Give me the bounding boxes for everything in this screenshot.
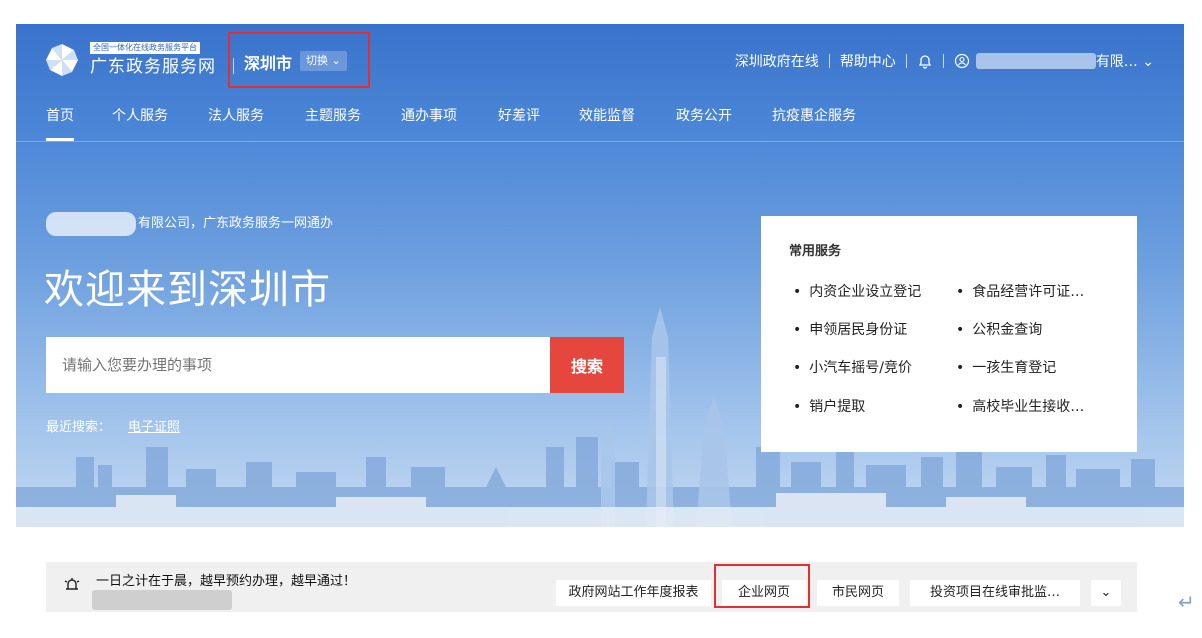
- search-input[interactable]: [46, 337, 550, 393]
- recent-search-label: 最近搜索：: [46, 420, 112, 435]
- annual-report-button[interactable]: 政府网站工作年度报表: [556, 580, 711, 606]
- notice-bar: 一日之计在于晨，越早预约办理，越早通过！ 政府网站工作年度报表 企业网页 市民网…: [46, 562, 1137, 612]
- common-services-panel: 常用服务 内资企业设立登记 食品经营许可证… 申领居民身份证 公积金查询 小汽车…: [761, 216, 1137, 452]
- service-item[interactable]: 公积金查询: [956, 320, 1042, 340]
- welcome-heading: 欢迎来到深圳市: [44, 267, 331, 313]
- nav-reviews[interactable]: 好差评: [498, 106, 540, 126]
- user-menu[interactable]: 有限… ⌄: [1096, 51, 1154, 71]
- nav-gov-affairs-public[interactable]: 政务公开: [676, 106, 732, 126]
- notice-text: 一日之计在于晨，越早预约办理，越早通过！: [96, 574, 357, 589]
- redacted-notice: [92, 590, 232, 610]
- service-item[interactable]: 销户提取: [793, 397, 865, 417]
- service-item[interactable]: 内资企业设立登记: [793, 282, 921, 302]
- nav-theme-services[interactable]: 主题服务: [305, 106, 361, 126]
- service-item[interactable]: 食品经营许可证…: [956, 282, 1084, 302]
- service-item[interactable]: 一孩生育登记: [956, 358, 1056, 378]
- main-nav: 首页 个人服务 法人服务 主题服务 通办事项 好差评 效能监督 政务公开 抗疫惠…: [16, 98, 1184, 142]
- recent-search-link[interactable]: 电子证照: [128, 418, 180, 438]
- annotation-highlight-city: [228, 32, 370, 88]
- brand-title[interactable]: 广东政务服务网: [90, 56, 216, 78]
- services-title: 常用服务: [789, 244, 842, 259]
- chevron-down-icon: ⌄: [1100, 585, 1112, 600]
- nav-corporate-services[interactable]: 法人服务: [208, 106, 264, 126]
- link-divider: [905, 54, 907, 68]
- pinwheel-logo-icon[interactable]: [44, 42, 80, 78]
- redacted-company-name: [46, 212, 136, 236]
- bullhorn-icon: [64, 578, 80, 590]
- site-header: 全国一体化在线政务服务平台 广东政务服务网 深圳市 切换 ⌄ 深圳政府在线 帮助…: [16, 24, 1184, 96]
- nav-personal-services[interactable]: 个人服务: [112, 106, 168, 126]
- service-item[interactable]: 申领居民身份证: [793, 320, 907, 340]
- investment-approval-button[interactable]: 投资项目在线审批监…: [910, 580, 1080, 606]
- link-divider: [828, 54, 830, 68]
- help-center-link[interactable]: 帮助中心: [840, 51, 896, 71]
- link-divider: [942, 54, 944, 68]
- more-dropdown-button[interactable]: ⌄: [1091, 580, 1121, 606]
- nav-efficiency-supervision[interactable]: 效能监督: [579, 106, 635, 126]
- annotation-highlight-enterprise: [714, 564, 810, 608]
- chevron-down-icon: ⌄: [1142, 54, 1154, 70]
- shenzhen-gov-online-link[interactable]: 深圳政府在线: [735, 51, 819, 71]
- greeting-text: 有限公司，广东政务服务一网通办: [138, 216, 334, 231]
- hero-banner: 全国一体化在线政务服务平台 广东政务服务网 深圳市 切换 ⌄ 深圳政府在线 帮助…: [16, 24, 1184, 527]
- search-button[interactable]: 搜索: [550, 337, 624, 393]
- nav-epidemic-enterprise-services[interactable]: 抗疫惠企服务: [772, 106, 856, 126]
- nav-general-matters[interactable]: 通办事项: [401, 106, 457, 126]
- redacted-username: [975, 53, 1096, 69]
- top-links: 深圳政府在线 帮助中心 有限… ⌄: [735, 50, 1154, 72]
- brand-subtitle: 全国一体化在线政务服务平台: [90, 42, 200, 54]
- service-item[interactable]: 高校毕业生接收…: [956, 397, 1084, 417]
- user-circle-icon[interactable]: [954, 53, 970, 69]
- user-name-suffix: 有限…: [1095, 54, 1138, 70]
- citizen-page-button[interactable]: 市民网页: [817, 580, 899, 606]
- service-item[interactable]: 小汽车摇号/竞价: [793, 358, 912, 378]
- return-arrow-icon: ↵: [1178, 590, 1195, 614]
- bell-icon[interactable]: [917, 53, 933, 69]
- nav-home[interactable]: 首页: [46, 106, 74, 141]
